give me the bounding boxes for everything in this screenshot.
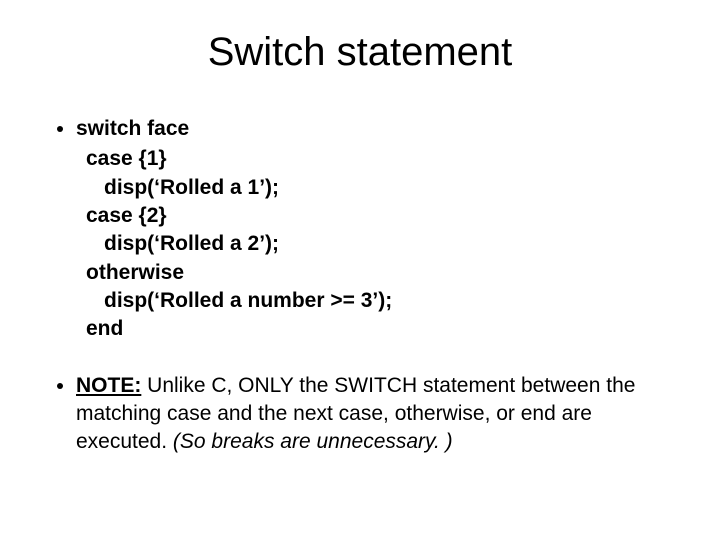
code-line-disp3: disp(‘Rolled a number >= 3’); bbox=[76, 287, 680, 315]
code-line-case1: case {1} bbox=[76, 145, 680, 173]
code-line-otherwise: otherwise bbox=[76, 259, 680, 287]
code-line-case2: case {2} bbox=[76, 202, 680, 230]
code-block: case {1} disp(‘Rolled a 1’); case {2} di… bbox=[76, 145, 680, 343]
code-line-switch: switch face bbox=[76, 117, 189, 140]
slide: Switch statement switch face case {1} di… bbox=[0, 0, 720, 540]
note-tail: (So breaks are unnecessary. ) bbox=[173, 430, 453, 453]
note-label: NOTE: bbox=[76, 374, 141, 397]
slide-title: Switch statement bbox=[40, 30, 680, 75]
note-bullet: NOTE: Unlike C, ONLY the SWITCH statemen… bbox=[76, 372, 680, 457]
code-line-disp1: disp(‘Rolled a 1’); bbox=[76, 174, 680, 202]
code-line-end: end bbox=[76, 315, 680, 343]
code-line-disp2: disp(‘Rolled a 2’); bbox=[76, 230, 680, 258]
content-list: switch face case {1} disp(‘Rolled a 1’);… bbox=[40, 115, 680, 457]
code-bullet: switch face case {1} disp(‘Rolled a 1’);… bbox=[76, 115, 680, 344]
